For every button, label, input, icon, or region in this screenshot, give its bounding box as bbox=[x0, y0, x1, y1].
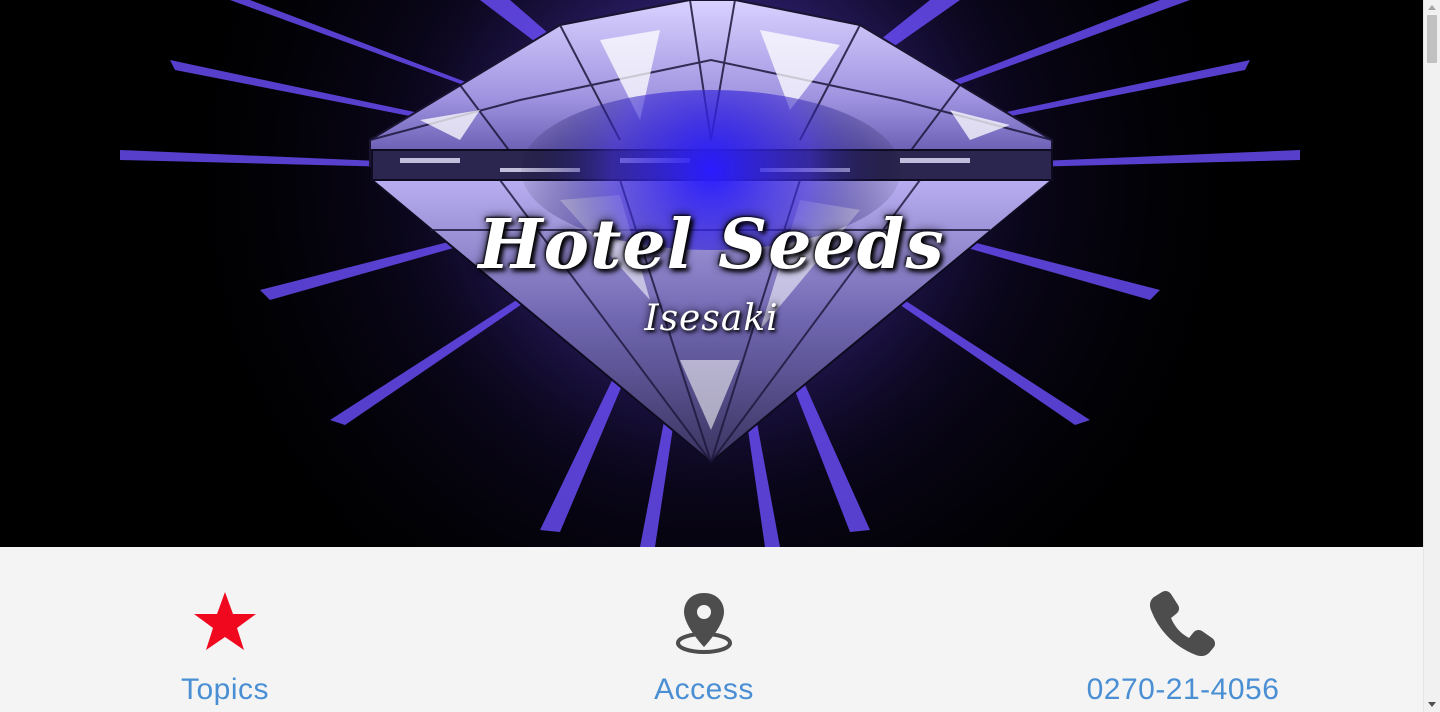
topics-label[interactable]: Topics bbox=[105, 673, 345, 707]
vertical-scrollbar[interactable] bbox=[1423, 0, 1440, 712]
hotel-subtitle: Isesaki bbox=[644, 298, 779, 339]
star-icon bbox=[194, 592, 256, 650]
scroll-thumb[interactable] bbox=[1427, 15, 1437, 63]
scroll-up-arrow-icon[interactable] bbox=[1428, 5, 1436, 10]
access-link[interactable]: Access bbox=[584, 587, 824, 707]
scroll-down-arrow-icon[interactable] bbox=[1428, 702, 1436, 707]
topics-link[interactable]: Topics bbox=[105, 587, 345, 707]
phone-link[interactable]: 0270-21-4056 bbox=[1063, 587, 1303, 707]
hotel-title: Hotel Seeds bbox=[478, 205, 945, 285]
page: Hotel Seeds Isesaki Topics Access 0270-2… bbox=[0, 0, 1440, 712]
info-row: Topics Access 0270-21-4056 bbox=[0, 547, 1423, 712]
access-label[interactable]: Access bbox=[584, 673, 824, 707]
map-pin-icon bbox=[676, 593, 732, 654]
main-content: Hotel Seeds Isesaki Topics Access 0270-2… bbox=[0, 0, 1423, 712]
hero-banner: Hotel Seeds Isesaki bbox=[0, 0, 1423, 547]
phone-number-label[interactable]: 0270-21-4056 bbox=[1063, 673, 1303, 707]
phone-icon bbox=[1150, 590, 1216, 657]
